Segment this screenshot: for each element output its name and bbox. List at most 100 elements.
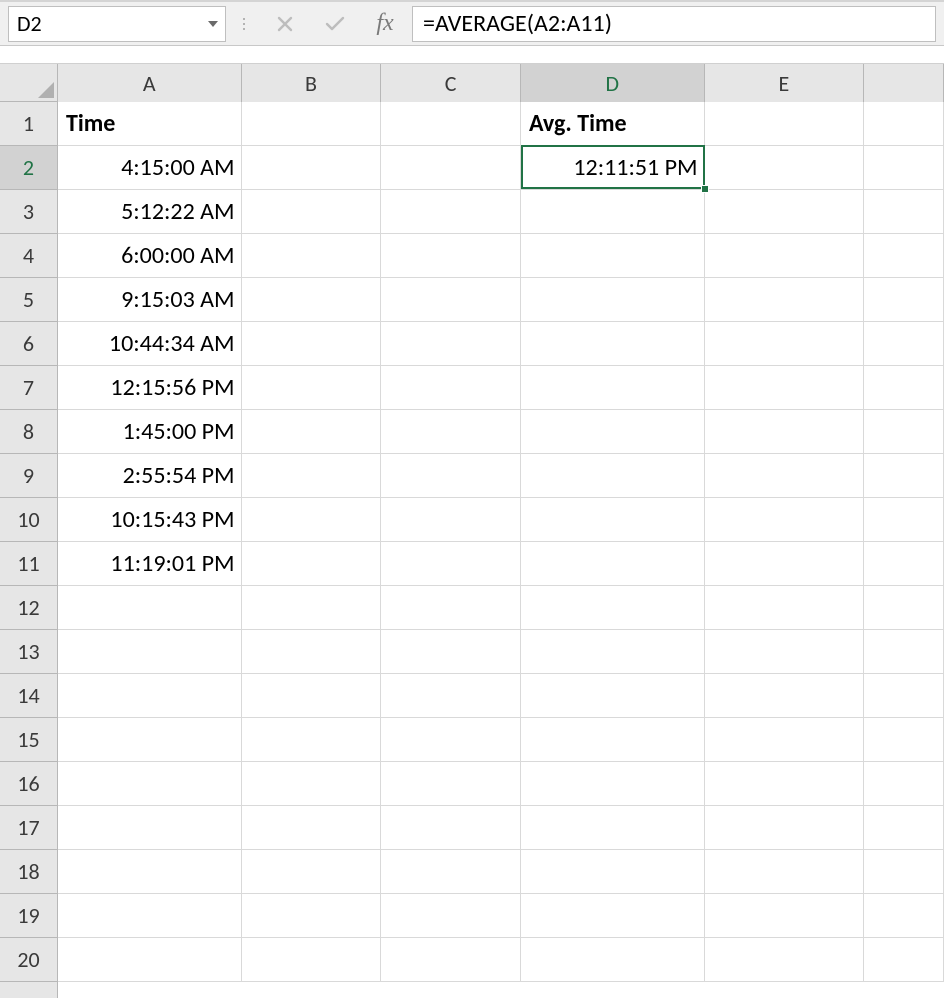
row-header-19[interactable]: 19 (0, 894, 57, 938)
row-header-13[interactable]: 13 (0, 630, 57, 674)
cell-E18[interactable] (705, 850, 865, 894)
cell-E12[interactable] (705, 586, 865, 630)
cell-A15[interactable] (58, 718, 242, 762)
cell-E10[interactable] (705, 498, 865, 542)
cell-C10[interactable] (381, 498, 521, 542)
name-box-input[interactable] (9, 7, 200, 41)
cell-F15[interactable] (864, 718, 944, 762)
cell-C20[interactable] (381, 938, 521, 982)
cell-A10[interactable]: 10:15:43 PM (58, 498, 242, 542)
cell-B1[interactable] (242, 102, 382, 146)
cell-E2[interactable] (705, 146, 865, 190)
row-header-9[interactable]: 9 (0, 454, 57, 498)
cell-A16[interactable] (58, 762, 242, 806)
cell-F7[interactable] (864, 366, 944, 410)
cell-C2[interactable] (381, 146, 521, 190)
cell-D15[interactable] (521, 718, 705, 762)
cell-E19[interactable] (705, 894, 865, 938)
cell-E3[interactable] (705, 190, 865, 234)
cell-C3[interactable] (381, 190, 521, 234)
cell-D8[interactable] (521, 410, 705, 454)
cell-E9[interactable] (705, 454, 865, 498)
row-header-17[interactable]: 17 (0, 806, 57, 850)
cell-E16[interactable] (705, 762, 865, 806)
cell-F18[interactable] (864, 850, 944, 894)
column-header-B[interactable]: B (242, 64, 382, 102)
cell-F3[interactable] (864, 190, 944, 234)
cell-E7[interactable] (705, 366, 865, 410)
cell-D19[interactable] (521, 894, 705, 938)
cell-A8[interactable]: 1:45:00 PM (58, 410, 242, 454)
cell-A6[interactable]: 10:44:34 AM (58, 322, 242, 366)
cell-B12[interactable] (242, 586, 382, 630)
cell-F9[interactable] (864, 454, 944, 498)
column-header-D[interactable]: D (521, 64, 705, 102)
row-header-1[interactable]: 1 (0, 102, 57, 146)
cell-F13[interactable] (864, 630, 944, 674)
row-header-18[interactable]: 18 (0, 850, 57, 894)
cell-F19[interactable] (864, 894, 944, 938)
cell-B10[interactable] (242, 498, 382, 542)
row-header-16[interactable]: 16 (0, 762, 57, 806)
cell-F12[interactable] (864, 586, 944, 630)
row-header-7[interactable]: 7 (0, 366, 57, 410)
cell-E4[interactable] (705, 234, 865, 278)
cell-C14[interactable] (381, 674, 521, 718)
cell-B17[interactable] (242, 806, 382, 850)
row-header-12[interactable]: 12 (0, 586, 57, 630)
cell-E5[interactable] (705, 278, 865, 322)
cell-E17[interactable] (705, 806, 865, 850)
cell-C13[interactable] (381, 630, 521, 674)
cell-B20[interactable] (242, 938, 382, 982)
cell-D4[interactable] (521, 234, 705, 278)
name-box-dropdown-icon[interactable] (200, 20, 225, 28)
cell-A9[interactable]: 2:55:54 PM (58, 454, 242, 498)
cell-A19[interactable] (58, 894, 242, 938)
cell-A12[interactable] (58, 586, 242, 630)
row-header-14[interactable]: 14 (0, 674, 57, 718)
row-header-10[interactable]: 10 (0, 498, 57, 542)
name-box-container[interactable] (8, 6, 226, 42)
cell-C5[interactable] (381, 278, 521, 322)
cell-A14[interactable] (58, 674, 242, 718)
cell-A1[interactable]: Time (58, 102, 242, 146)
cell-D13[interactable] (521, 630, 705, 674)
cell-F2[interactable] (864, 146, 944, 190)
cell-E11[interactable] (705, 542, 865, 586)
row-header-8[interactable]: 8 (0, 410, 57, 454)
cell-D11[interactable] (521, 542, 705, 586)
row-header-5[interactable]: 5 (0, 278, 57, 322)
cell-F17[interactable] (864, 806, 944, 850)
cell-F20[interactable] (864, 938, 944, 982)
cell-B4[interactable] (242, 234, 382, 278)
cell-C7[interactable] (381, 366, 521, 410)
cell-B16[interactable] (242, 762, 382, 806)
cell-D12[interactable] (521, 586, 705, 630)
cell-C9[interactable] (381, 454, 521, 498)
cell-C19[interactable] (381, 894, 521, 938)
cell-B9[interactable] (242, 454, 382, 498)
cell-A4[interactable]: 6:00:00 AM (58, 234, 242, 278)
cell-F4[interactable] (864, 234, 944, 278)
cell-A17[interactable] (58, 806, 242, 850)
cell-F5[interactable] (864, 278, 944, 322)
column-header-C[interactable]: C (381, 64, 521, 102)
cell-B13[interactable] (242, 630, 382, 674)
cell-D1[interactable]: Avg. Time (521, 102, 705, 146)
cell-F11[interactable] (864, 542, 944, 586)
column-header-E[interactable]: E (705, 64, 865, 102)
cell-A3[interactable]: 5:12:22 AM (58, 190, 242, 234)
row-header-15[interactable]: 15 (0, 718, 57, 762)
formula-input-container[interactable] (412, 6, 936, 42)
cell-C8[interactable] (381, 410, 521, 454)
cell-C6[interactable] (381, 322, 521, 366)
cell-C17[interactable] (381, 806, 521, 850)
cell-B6[interactable] (242, 322, 382, 366)
cell-A2[interactable]: 4:15:00 AM (58, 146, 242, 190)
formula-input[interactable] (413, 9, 935, 38)
select-all-corner[interactable] (0, 64, 58, 102)
row-header-11[interactable]: 11 (0, 542, 57, 586)
cell-D17[interactable] (521, 806, 705, 850)
cell-D5[interactable] (521, 278, 705, 322)
cell-C11[interactable] (381, 542, 521, 586)
